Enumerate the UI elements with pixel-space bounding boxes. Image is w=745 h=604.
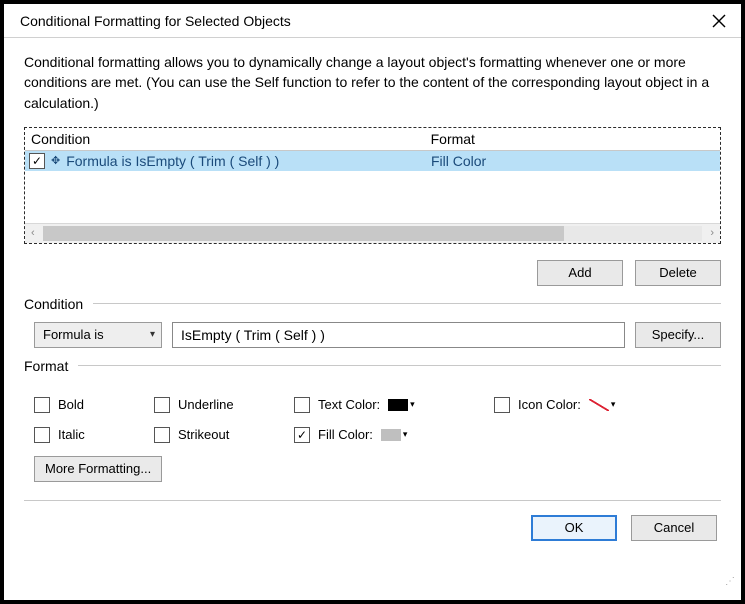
text-color-box [388,399,408,411]
bold-checkbox[interactable] [34,397,50,413]
divider [93,303,721,304]
strikeout-checkbox[interactable] [154,427,170,443]
bold-label: Bold [58,397,84,412]
resize-grip-icon[interactable]: ⋰ [721,580,735,594]
text-color-checkbox[interactable] [294,397,310,413]
icon-color-swatch[interactable]: ▾ [589,398,617,412]
condition-type-value: Formula is [43,327,104,342]
scroll-thumb[interactable] [43,226,564,241]
text-color-swatch[interactable]: ▾ [388,398,416,412]
row-condition-text: Formula is IsEmpty ( Trim ( Self ) ) [66,153,431,169]
titlebar: Conditional Formatting for Selected Obje… [4,4,741,38]
horizontal-scrollbar[interactable]: ‹ › [25,223,720,243]
icon-color-checkbox[interactable] [494,397,510,413]
chevron-down-icon: ▾ [611,399,616,410]
divider [78,365,721,366]
condition-expression-value: IsEmpty ( Trim ( Self ) ) [181,327,325,343]
chevron-down-icon: ▾ [150,329,155,340]
fill-color-label: Fill Color: [318,427,373,442]
header-condition: Condition [31,131,431,147]
italic-label: Italic [58,427,85,442]
underline-label: Underline [178,397,234,412]
list-header: Condition Format [25,128,720,151]
intro-text: Conditional formatting allows you to dyn… [24,52,721,113]
close-button[interactable] [707,9,731,33]
section-format-label: Format [24,358,68,374]
window-title: Conditional Formatting for Selected Obje… [20,13,291,29]
icon-color-box [589,399,609,411]
chevron-down-icon: ▾ [410,399,415,410]
more-formatting-button[interactable]: More Formatting... [34,456,162,482]
row-checkbox[interactable]: ✓ [29,153,45,169]
cancel-button[interactable]: Cancel [631,515,717,541]
close-icon [712,14,726,28]
scroll-right-icon[interactable]: › [710,227,714,239]
add-button[interactable]: Add [537,260,623,286]
underline-checkbox[interactable] [154,397,170,413]
condition-type-select[interactable]: Formula is ▾ [34,322,162,348]
text-color-label: Text Color: [318,397,380,412]
condition-row[interactable]: ✓ ✥ Formula is IsEmpty ( Trim ( Self ) )… [25,151,720,171]
fill-color-swatch[interactable]: ▾ [381,428,409,442]
ok-button[interactable]: OK [531,515,617,541]
divider [24,500,721,501]
strikeout-label: Strikeout [178,427,229,442]
icon-color-label: Icon Color: [518,397,581,412]
fill-color-checkbox[interactable]: ✓ [294,427,310,443]
row-format-text: Fill Color [431,153,720,169]
condition-expression-input[interactable]: IsEmpty ( Trim ( Self ) ) [172,322,625,348]
delete-button[interactable]: Delete [635,260,721,286]
scroll-left-icon[interactable]: ‹ [31,227,35,239]
section-condition-label: Condition [24,296,83,312]
drag-handle-icon[interactable]: ✥ [51,154,60,167]
italic-checkbox[interactable] [34,427,50,443]
fill-color-box [381,429,401,441]
conditions-list[interactable]: Condition Format ✓ ✥ Formula is IsEmpty … [24,127,721,244]
specify-button[interactable]: Specify... [635,322,721,348]
chevron-down-icon: ▾ [403,429,408,440]
header-format: Format [431,131,720,147]
